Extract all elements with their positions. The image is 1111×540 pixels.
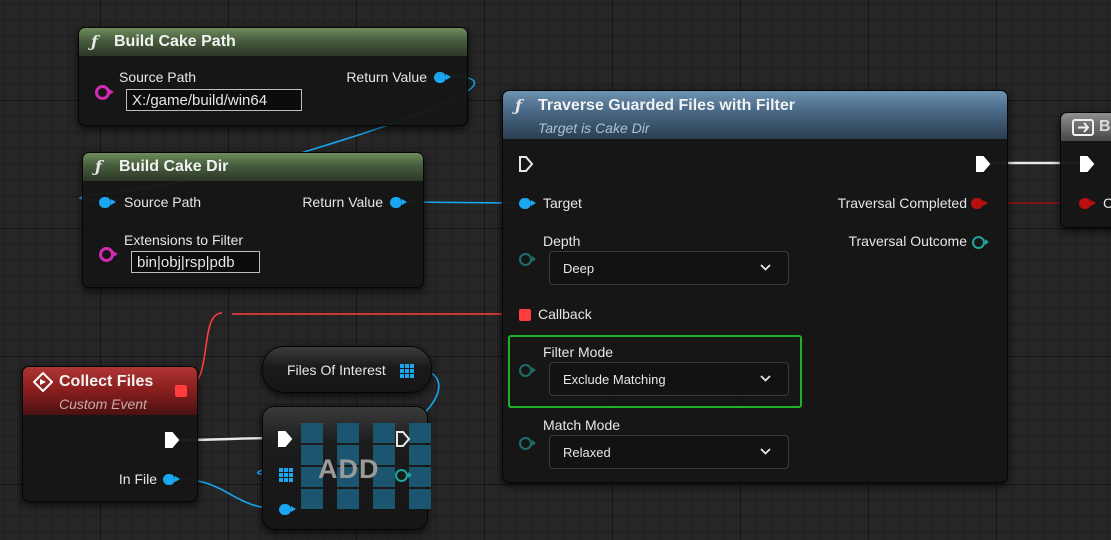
filter-mode-focus-outline bbox=[508, 335, 802, 408]
traversal-completed-pin[interactable] bbox=[971, 198, 988, 209]
depth-label: Depth bbox=[543, 233, 581, 249]
traversal-outcome-label: Traversal Outcome bbox=[848, 233, 967, 249]
in-file-label: In File bbox=[118, 471, 157, 487]
source-path-pin[interactable] bbox=[99, 197, 116, 208]
source-path-pin[interactable] bbox=[95, 85, 114, 100]
build-cake-dir-node[interactable]: ƒ Build Cake Dir Source Path Return Valu… bbox=[82, 152, 424, 288]
function-icon: ƒ bbox=[515, 96, 522, 115]
depth-dropdown[interactable]: Deep bbox=[549, 251, 789, 285]
target-label: Target bbox=[543, 195, 582, 211]
array-add-node[interactable]: ADD bbox=[262, 406, 431, 530]
chevron-down-icon bbox=[760, 448, 771, 455]
node-title: Traverse Guarded Files with Filter bbox=[538, 97, 795, 114]
traverse-guarded-files-node[interactable]: ƒ Traverse Guarded Files with Filter Tar… bbox=[502, 90, 1008, 483]
match-mode-pin[interactable] bbox=[519, 437, 536, 450]
branch-icon bbox=[1072, 119, 1094, 136]
depth-value: Deep bbox=[563, 261, 595, 276]
return-value-pin[interactable] bbox=[434, 72, 451, 83]
node-title: Br bbox=[1099, 118, 1111, 135]
match-mode-value: Relaxed bbox=[563, 445, 611, 460]
match-mode-label: Match Mode bbox=[543, 417, 621, 433]
node-subtitle: Custom Event bbox=[59, 396, 147, 412]
return-value-pin[interactable] bbox=[390, 197, 407, 208]
exec-out-pin[interactable] bbox=[395, 430, 411, 448]
callback-label: Callback bbox=[538, 306, 592, 322]
return-value-label: Return Value bbox=[302, 194, 383, 210]
files-of-interest-getter[interactable]: Files Of Interest bbox=[262, 346, 432, 393]
source-path-label: Source Path bbox=[124, 194, 202, 210]
extensions-label: Extensions to Filter bbox=[124, 232, 244, 248]
branch-node-partial[interactable]: Br C bbox=[1060, 112, 1111, 228]
event-diamond-icon bbox=[33, 372, 53, 392]
build-cake-path-node[interactable]: ƒ Build Cake Path Source Path X:/game/bu… bbox=[78, 27, 468, 126]
extensions-input[interactable]: bin|obj|rsp|pdb bbox=[131, 251, 260, 273]
exec-in-pin[interactable] bbox=[277, 430, 293, 448]
exec-out-pin[interactable] bbox=[164, 431, 180, 449]
condition-label: C bbox=[1103, 195, 1111, 211]
function-icon: ƒ bbox=[95, 157, 102, 176]
extensions-pin[interactable] bbox=[99, 247, 118, 262]
callback-pin[interactable] bbox=[519, 309, 531, 321]
node-subtitle: Target is Cake Dir bbox=[538, 120, 650, 136]
source-path-label: Source Path bbox=[119, 69, 197, 85]
condition-pin[interactable] bbox=[1079, 198, 1096, 209]
source-path-input[interactable]: X:/game/build/win64 bbox=[126, 89, 302, 111]
exec-in-pin[interactable] bbox=[518, 155, 534, 173]
exec-in-pin[interactable] bbox=[1079, 155, 1095, 173]
node-title: Collect Files bbox=[59, 373, 154, 390]
node-title: Build Cake Path bbox=[114, 33, 236, 50]
array-grid-icon[interactable] bbox=[279, 468, 293, 482]
match-mode-dropdown[interactable]: Relaxed bbox=[549, 435, 789, 469]
traversal-outcome-pin[interactable] bbox=[972, 236, 989, 249]
add-label: ADD bbox=[318, 454, 380, 484]
traversal-completed-label: Traversal Completed bbox=[837, 195, 967, 211]
variable-label: Files Of Interest bbox=[287, 362, 386, 378]
delegate-pin[interactable] bbox=[175, 385, 187, 397]
in-file-pin[interactable] bbox=[163, 474, 180, 485]
array-grid-icon[interactable] bbox=[400, 364, 414, 378]
chevron-down-icon bbox=[760, 264, 771, 271]
exec-out-pin[interactable] bbox=[975, 155, 991, 173]
collect-files-event-node[interactable]: Collect Files Custom Event In File bbox=[22, 366, 198, 502]
index-out-pin[interactable] bbox=[395, 469, 412, 482]
node-title: Build Cake Dir bbox=[119, 158, 229, 175]
target-pin[interactable] bbox=[519, 198, 536, 209]
item-pin[interactable] bbox=[279, 504, 296, 515]
depth-pin[interactable] bbox=[519, 253, 536, 266]
return-value-label: Return Value bbox=[346, 69, 427, 85]
function-icon: ƒ bbox=[91, 32, 98, 51]
